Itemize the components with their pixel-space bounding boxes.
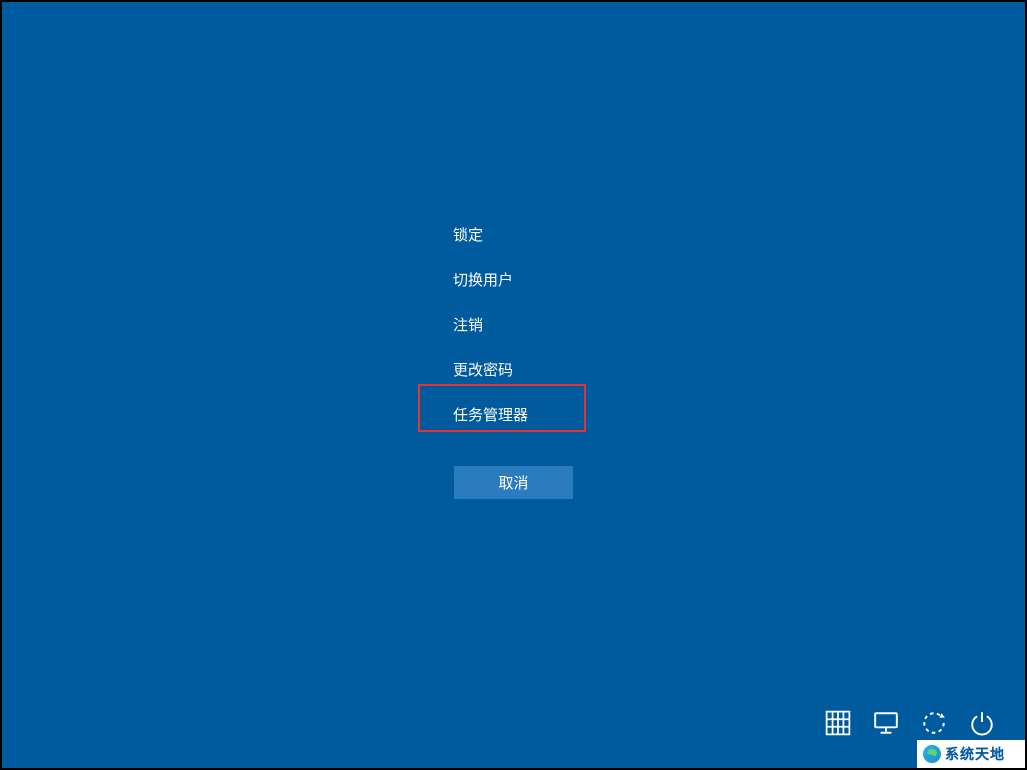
lock-option[interactable]: 锁定	[417, 212, 597, 257]
task-manager-option[interactable]: 任务管理器	[417, 392, 597, 437]
watermark-globe-icon	[923, 745, 941, 763]
sign-out-option[interactable]: 注销	[417, 302, 597, 347]
ime-pinyin-icon[interactable]	[825, 710, 851, 736]
switch-user-option[interactable]: 切换用户	[417, 257, 597, 302]
watermark-badge: 系统天地	[917, 740, 1025, 768]
system-tray	[825, 710, 995, 736]
power-icon[interactable]	[969, 710, 995, 736]
cancel-button[interactable]: 取消	[454, 466, 573, 499]
security-options-screen: 锁定 切换用户 注销 更改密码 任务管理器 取消	[2, 2, 1025, 768]
change-password-option[interactable]: 更改密码	[417, 347, 597, 392]
security-options-menu: 锁定 切换用户 注销 更改密码 任务管理器	[417, 212, 597, 437]
ease-of-access-icon[interactable]	[921, 710, 947, 736]
network-icon[interactable]	[873, 710, 899, 736]
watermark-text: 系统天地	[945, 744, 1005, 764]
